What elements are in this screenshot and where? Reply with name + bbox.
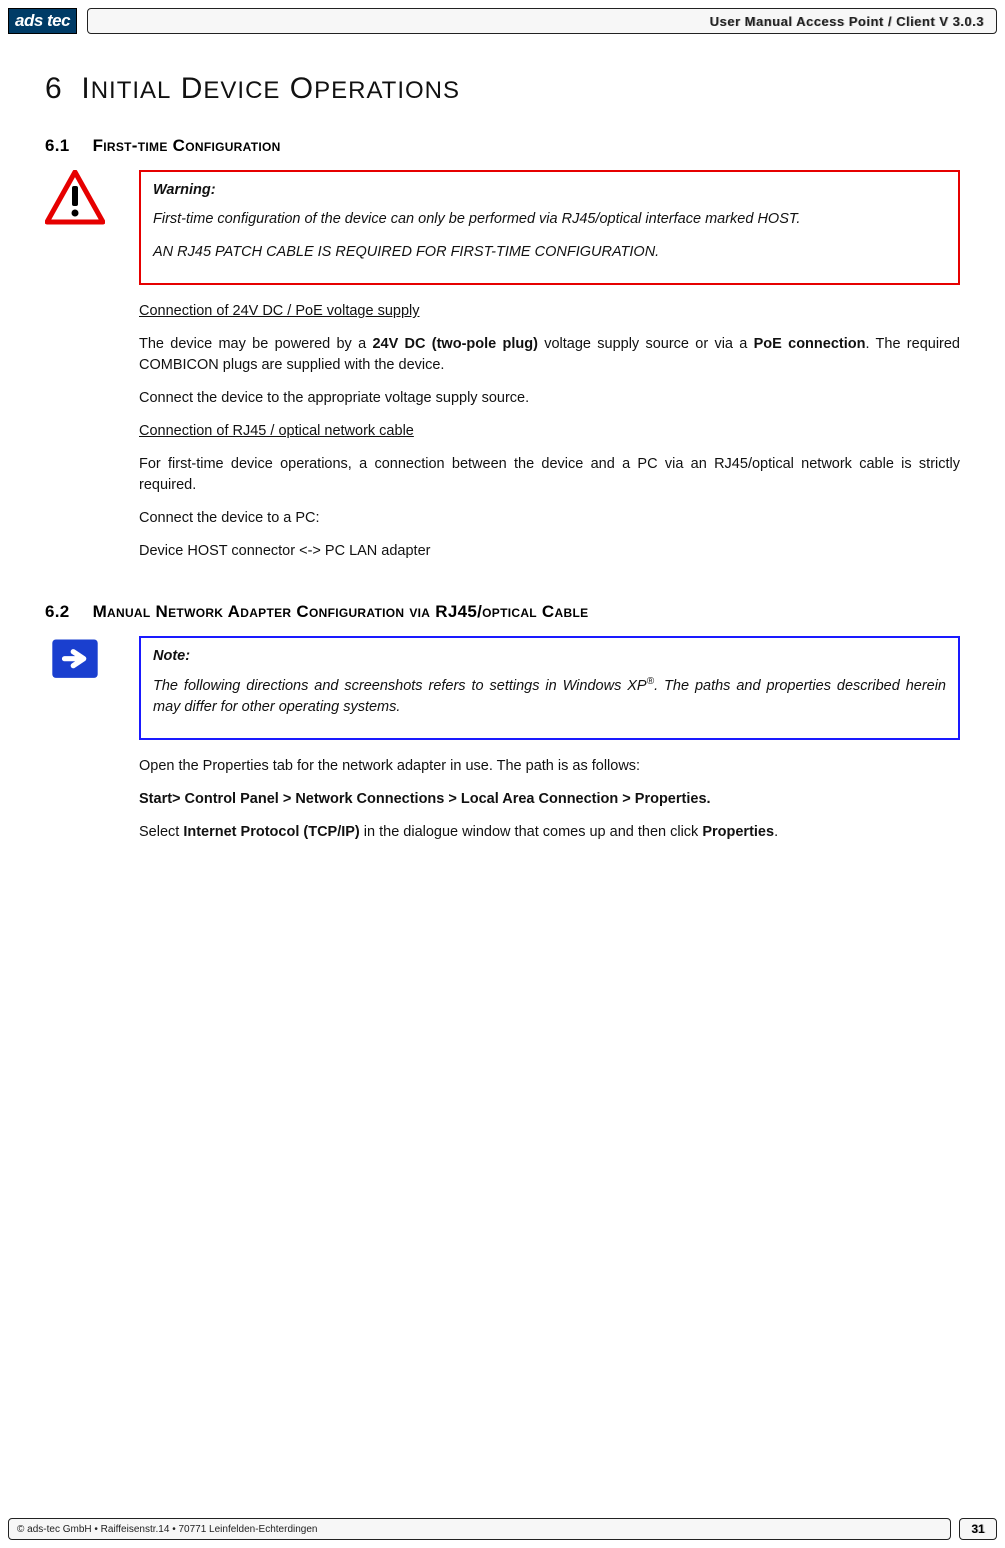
voltage-paragraph-1: The device may be powered by a 24V DC (t… bbox=[139, 334, 960, 376]
rj45-paragraph-2: Connect the device to a PC: bbox=[139, 508, 960, 529]
warning-triangle-icon bbox=[45, 170, 105, 225]
chapter-number: 6 bbox=[45, 72, 63, 105]
chapter-title: INITIAL DEVICE OPERATIONS bbox=[81, 72, 460, 105]
warning-icon-col bbox=[45, 170, 125, 230]
page-number-box: 31 bbox=[959, 1518, 997, 1540]
rj45-paragraph-3: Device HOST connector <-> PC LAN adapter bbox=[139, 541, 960, 562]
section-6-2-body: Open the Properties tab for the network … bbox=[45, 748, 960, 855]
body-paragraph-3: Select Internet Protocol (TCP/IP) in the… bbox=[139, 822, 960, 843]
note-callout-col: Note: The following directions and scree… bbox=[139, 636, 960, 740]
warning-callout: Warning: First-time configuration of the… bbox=[139, 170, 960, 285]
note-row: Note: The following directions and scree… bbox=[45, 636, 960, 740]
section-6-2-text: Open the Properties tab for the network … bbox=[139, 748, 960, 855]
body-paragraph-2-path: Start> Control Panel > Network Connectio… bbox=[139, 789, 960, 810]
footer-copyright: © ads-tec GmbH • Raiffeisenstr.14 • 7077… bbox=[17, 1524, 317, 1535]
arrow-note-icon bbox=[45, 636, 105, 684]
section-6-1-heading: 6.1 First-time Configuration bbox=[45, 136, 960, 156]
warning-paragraph-2: AN RJ45 PATCH CABLE IS REQUIRED FOR FIRS… bbox=[153, 242, 946, 263]
rj45-paragraph-1: For first-time device operations, a conn… bbox=[139, 454, 960, 496]
body-paragraph-1: Open the Properties tab for the network … bbox=[139, 756, 960, 777]
section-6-1-text: Connection of 24V DC / PoE voltage suppl… bbox=[139, 293, 960, 574]
section-number: 6.1 bbox=[45, 136, 70, 155]
company-logo: ads tec bbox=[8, 8, 77, 34]
section-title: First-time Configuration bbox=[93, 136, 281, 155]
document-page: ads tec User Manual Access Point / Clien… bbox=[0, 8, 1005, 1548]
footer-copyright-box: © ads-tec GmbH • Raiffeisenstr.14 • 7077… bbox=[8, 1518, 951, 1540]
header-bar: ads tec User Manual Access Point / Clien… bbox=[8, 8, 997, 34]
logo-text: ads tec bbox=[15, 11, 70, 31]
section-6-1-body: Connection of 24V DC / PoE voltage suppl… bbox=[45, 293, 960, 574]
section-6-2-heading: 6.2 Manual Network Adapter Configuration… bbox=[45, 602, 960, 622]
chapter-heading: 6 INITIAL DEVICE OPERATIONS bbox=[45, 72, 960, 106]
warning-row: Warning: First-time configuration of the… bbox=[45, 170, 960, 285]
subheading-rj45: Connection of RJ45 / optical network cab… bbox=[139, 421, 960, 442]
note-paragraph: The following directions and screenshots… bbox=[153, 675, 946, 718]
note-label: Note: bbox=[153, 646, 946, 667]
note-icon-col bbox=[45, 636, 125, 689]
voltage-paragraph-2: Connect the device to the appropriate vo… bbox=[139, 388, 960, 409]
section-title: Manual Network Adapter Configuration via… bbox=[93, 602, 589, 621]
footer-bar: © ads-tec GmbH • Raiffeisenstr.14 • 7077… bbox=[8, 1518, 997, 1540]
doc-title-box: User Manual Access Point / Client V 3.0.… bbox=[87, 8, 997, 34]
warning-paragraph-1: First-time configuration of the device c… bbox=[153, 209, 946, 230]
warning-callout-col: Warning: First-time configuration of the… bbox=[139, 170, 960, 285]
doc-title: User Manual Access Point / Client V 3.0.… bbox=[710, 14, 984, 29]
page-number: 31 bbox=[971, 1522, 984, 1536]
page-content: 6 INITIAL DEVICE OPERATIONS 6.1 First-ti… bbox=[0, 34, 1005, 855]
subheading-voltage: Connection of 24V DC / PoE voltage suppl… bbox=[139, 301, 960, 322]
warning-label: Warning: bbox=[153, 180, 946, 201]
note-callout: Note: The following directions and scree… bbox=[139, 636, 960, 740]
section-number: 6.2 bbox=[45, 602, 70, 621]
